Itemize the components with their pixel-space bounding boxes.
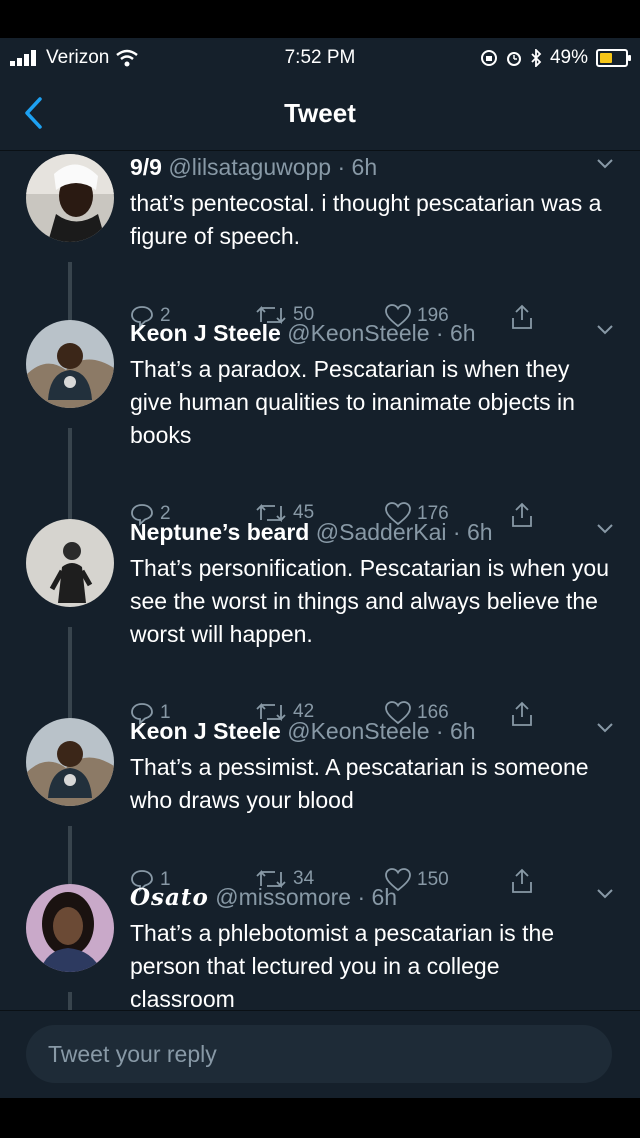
status-bar: Verizon 7:52 PM 49% bbox=[0, 38, 640, 78]
chevron-down-icon[interactable] bbox=[596, 158, 614, 170]
app-screen: Verizon 7:52 PM 49% Tweet 9/9 @lilsatagu… bbox=[0, 38, 640, 1098]
share-icon bbox=[512, 502, 532, 527]
reply-placeholder: Tweet your reply bbox=[48, 1041, 217, 1067]
author-name[interactable]: Neptune’s beard bbox=[130, 519, 309, 545]
avatar[interactable] bbox=[26, 884, 114, 972]
tweet-time: 6h bbox=[466, 519, 493, 545]
author-name[interactable]: Keon J Steele bbox=[130, 320, 281, 346]
status-right-group: 49% bbox=[480, 47, 631, 69]
share-button[interactable] bbox=[510, 701, 534, 727]
tweet-text: that’s pentecostal. i thought pescataria… bbox=[130, 190, 602, 249]
tweet-text: That’s a pessimist. A pescatarian is som… bbox=[130, 754, 589, 813]
tweet-text: That’s a paradox. Pescatarian is when th… bbox=[130, 356, 575, 448]
author-handle[interactable]: @lilsataguwopp bbox=[168, 154, 331, 180]
reply-compose-bar: Tweet your reply bbox=[0, 1010, 640, 1098]
author-name[interactable]: Keon J Steele bbox=[130, 718, 281, 744]
author-name[interactable]: 9/9 bbox=[130, 154, 162, 180]
tweet-text: That’s a phlebotomist a pescatarian is t… bbox=[130, 920, 555, 1012]
author-name[interactable]: Osato bbox=[130, 884, 209, 911]
tweet-time: 6h bbox=[371, 884, 398, 910]
share-icon bbox=[512, 701, 532, 726]
tweet-text: That’s personification. Pescatarian is w… bbox=[130, 555, 610, 647]
author-handle[interactable]: @KeonSteele bbox=[287, 718, 429, 744]
avatar[interactable] bbox=[26, 154, 114, 242]
share-button[interactable] bbox=[510, 868, 534, 894]
chevron-down-icon[interactable] bbox=[596, 888, 614, 900]
avatar[interactable] bbox=[26, 320, 114, 408]
alarm-icon bbox=[506, 52, 521, 66]
author-handle[interactable]: @KeonSteele bbox=[287, 320, 429, 346]
author-handle[interactable]: @SadderKai bbox=[316, 519, 447, 545]
chevron-down-icon[interactable] bbox=[596, 523, 614, 535]
tweet-time: 6h bbox=[449, 320, 476, 346]
tweet-header: Keon J Steele @KeonSteele · 6h bbox=[130, 718, 476, 744]
share-button[interactable] bbox=[510, 502, 534, 528]
share-icon bbox=[512, 304, 532, 329]
thread-line bbox=[68, 627, 72, 719]
lock-rotation-icon bbox=[480, 50, 497, 66]
bluetooth-icon bbox=[531, 49, 542, 67]
tweet-time: 6h bbox=[351, 154, 378, 180]
nav-header: Tweet bbox=[0, 78, 640, 151]
battery-icon bbox=[596, 49, 631, 67]
share-icon bbox=[512, 868, 532, 893]
like-count: 150 bbox=[417, 869, 449, 890]
author-handle[interactable]: @missomore bbox=[215, 884, 351, 910]
share-button[interactable] bbox=[510, 304, 534, 330]
tweet-header: 9/9 @lilsataguwopp · 6h bbox=[130, 154, 378, 180]
chevron-down-icon[interactable] bbox=[596, 324, 614, 336]
battery-percent: 49% bbox=[549, 47, 588, 68]
page-title: Tweet bbox=[284, 98, 356, 128]
thread-line bbox=[68, 428, 72, 520]
tweet-header: Keon J Steele @KeonSteele · 6h bbox=[130, 320, 476, 346]
reply-input[interactable]: Tweet your reply bbox=[26, 1025, 612, 1083]
tweet-time: 6h bbox=[449, 718, 476, 744]
chevron-down-icon[interactable] bbox=[596, 722, 614, 734]
tweet-header: Osato @missomore · 6h bbox=[130, 884, 398, 911]
avatar[interactable] bbox=[26, 519, 114, 607]
avatar[interactable] bbox=[26, 718, 114, 806]
tweet-header: Neptune’s beard @SadderKai · 6h bbox=[130, 519, 493, 545]
thread-line bbox=[68, 826, 72, 884]
